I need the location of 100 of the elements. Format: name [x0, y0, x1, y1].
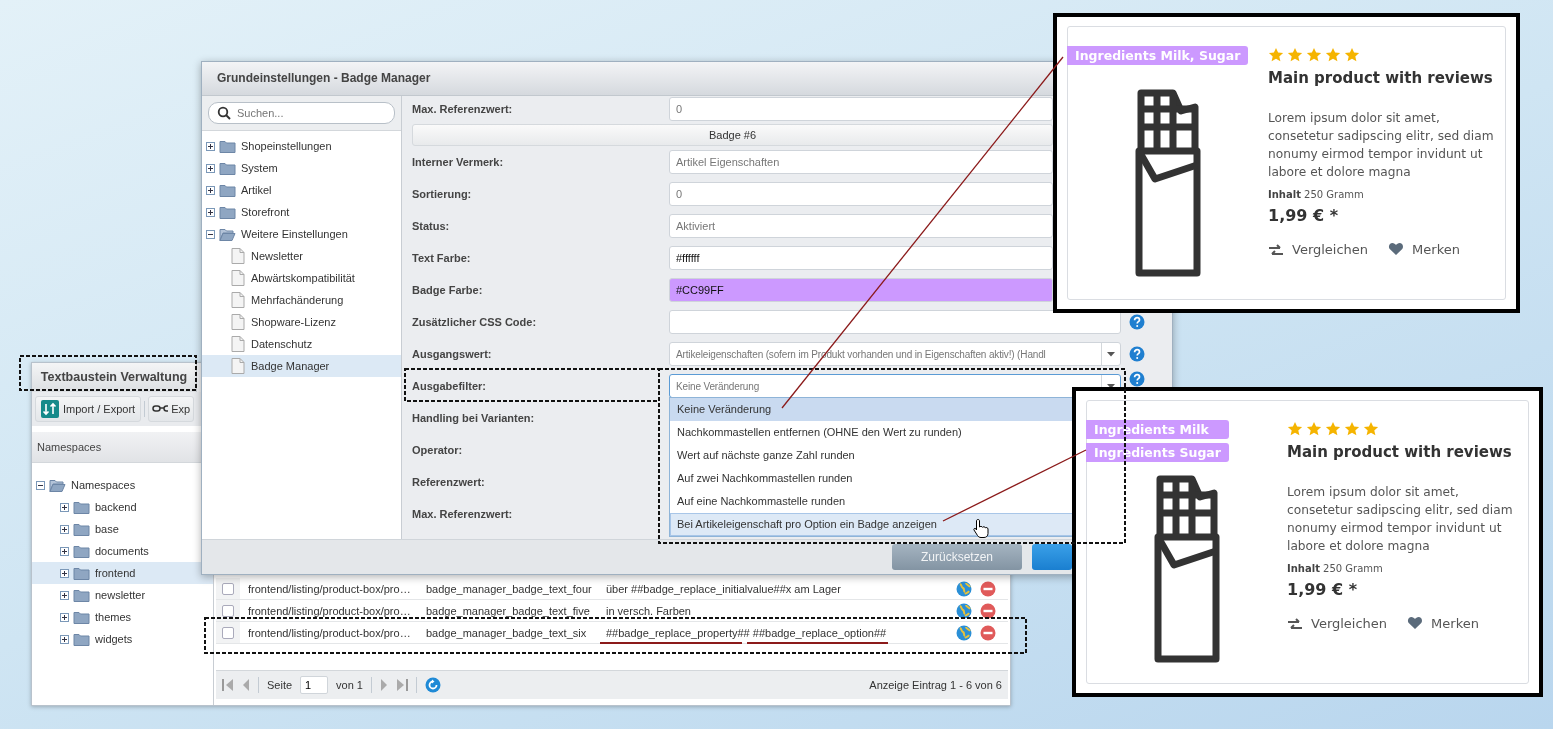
star-icon: [1344, 421, 1360, 437]
product-price: 1,99 € *: [1268, 206, 1340, 225]
window-title: Textbaustein Verwaltung: [32, 363, 197, 392]
field-label: Interner Vermerk:: [412, 156, 505, 168]
tree-item[interactable]: Storefront: [202, 201, 401, 223]
badge: Ingredients Milk: [1086, 420, 1229, 439]
expand-toggle-icon[interactable]: [206, 141, 215, 151]
heart-icon: [1388, 241, 1405, 257]
compare-link[interactable]: Vergleichen: [1268, 241, 1369, 257]
folder-icon: [73, 609, 90, 625]
expand-toggle-icon[interactable]: [60, 568, 69, 578]
expand-toggle-icon[interactable]: [60, 590, 69, 600]
star-icon: [1325, 47, 1341, 63]
page-icon: [230, 358, 246, 374]
tree-item[interactable]: System: [202, 157, 401, 179]
page-input[interactable]: 1: [300, 676, 329, 694]
field-label: Max. Referenzwert:: [412, 103, 514, 115]
search-box[interactable]: Suchen...: [208, 102, 395, 124]
table-cell-text: badge_manager_badge_text_five: [425, 604, 591, 617]
expand-toggle-icon[interactable]: [60, 634, 69, 644]
page-icon: [230, 270, 246, 286]
star-icon: [1363, 421, 1379, 437]
folder-icon: [219, 204, 236, 220]
folder-icon: [73, 565, 90, 581]
tree-item[interactable]: newsletter: [32, 584, 213, 606]
folder-icon: [73, 631, 90, 647]
star-icon: [1306, 421, 1322, 437]
help-icon[interactable]: [1129, 314, 1145, 330]
row-checkbox[interactable]: [222, 604, 234, 617]
tree-item[interactable]: Badge Manager: [202, 355, 401, 377]
tree-item[interactable]: Mehrfachänderung: [202, 289, 401, 311]
refresh-icon[interactable]: [425, 677, 441, 693]
caret-icon[interactable]: [1106, 350, 1116, 358]
toolbar-button[interactable]: Exp: [148, 396, 195, 422]
field-label: Zusätzlicher CSS Code:: [412, 316, 538, 328]
delete-icon[interactable]: [980, 602, 996, 619]
table-cell-text: in versch. Farben: [605, 604, 692, 617]
wishlist-link[interactable]: Merken: [1407, 615, 1479, 631]
expand-toggle-icon[interactable]: [60, 612, 69, 622]
field-label: Ausgabefilter:: [412, 380, 487, 392]
text-field[interactable]: 0: [669, 97, 1053, 121]
text-field[interactable]: 0: [669, 182, 1053, 206]
folder-icon: [73, 499, 90, 515]
expand-toggle-icon[interactable]: [206, 207, 215, 217]
tree-item[interactable]: themes: [32, 606, 213, 628]
tree-item[interactable]: frontend: [32, 562, 213, 584]
expand-toggle-icon[interactable]: [60, 546, 69, 556]
row-checkbox[interactable]: [222, 582, 234, 595]
heart-icon: [1407, 615, 1424, 631]
collapse-toggle-icon[interactable]: [206, 229, 215, 239]
page-icon: [230, 336, 246, 352]
tree-item[interactable]: Datenschutz: [202, 333, 401, 355]
dropdown-field[interactable]: Keine Veränderung: [669, 374, 1121, 398]
toolbar-button[interactable]: Import / Export: [35, 396, 142, 422]
product-title[interactable]: Main product with reviews: [1268, 69, 1505, 87]
expand-toggle-icon[interactable]: [60, 502, 69, 512]
caret-icon[interactable]: [1106, 382, 1116, 390]
table-cell-text: über ##badge_replace_initialvalue##x am Lager: [605, 582, 842, 595]
table-cell-text: frontend/listing/product-box/pro…: [247, 604, 412, 617]
wishlist-link[interactable]: Merken: [1388, 241, 1460, 257]
tree-item[interactable]: base: [32, 518, 213, 540]
tree-item[interactable]: Abwärtskompatibilität: [202, 267, 401, 289]
star-icon: [1287, 421, 1303, 437]
text-field[interactable]: [669, 310, 1121, 334]
compare-link[interactable]: Vergleichen: [1287, 615, 1388, 631]
tree-item[interactable]: Artikel: [202, 179, 401, 201]
field-label: Badge Farbe:: [412, 284, 484, 296]
section-header[interactable]: Badge #6: [412, 124, 1053, 146]
row-checkbox[interactable]: [222, 626, 234, 639]
collapse-toggle-icon[interactable]: [36, 480, 45, 490]
color-field[interactable]: #ffffff: [669, 246, 1053, 270]
table-cell-text: frontend/listing/product-box/pro…: [247, 582, 412, 595]
expand-toggle-icon[interactable]: [60, 524, 69, 534]
glasses-icon: [152, 404, 169, 414]
search-icon: [217, 106, 231, 120]
tree-item[interactable]: Shopware-Lizenz: [202, 311, 401, 333]
help-icon[interactable]: [1129, 346, 1145, 362]
text-field[interactable]: Artikel Eigenschaften: [669, 150, 1053, 174]
product-description: Lorem ipsum dolor sit amet, consetetur sadipscing elitr, sed diam nonumy eirmod tempor invidunt ut labore et dolore magna: [1287, 484, 1514, 555]
help-icon[interactable]: [1129, 371, 1145, 387]
field-label: Referenzwert:: [412, 476, 486, 488]
folder-icon: [73, 543, 90, 559]
tree-item[interactable]: widgets: [32, 628, 213, 650]
tree-item[interactable]: Shopeinstellungen: [202, 135, 401, 157]
expand-toggle-icon[interactable]: [206, 163, 215, 173]
color-field[interactable]: #CC99FF: [669, 278, 1053, 302]
arrows-icon: [41, 400, 59, 418]
page-count: von 1: [336, 679, 363, 691]
product-content: Inhalt 250 Gramm: [1287, 563, 1384, 574]
globe-icon[interactable]: [956, 602, 972, 619]
tree-item[interactable]: Namespaces: [32, 474, 213, 496]
field-label: Ausgangswert:: [412, 348, 493, 360]
star-icon: [1344, 47, 1360, 63]
expand-toggle-icon[interactable]: [206, 185, 215, 195]
tree-item[interactable]: documents: [32, 540, 213, 562]
product-title[interactable]: Main product with reviews: [1287, 443, 1528, 461]
tree-item[interactable]: Weitere Einstellungen: [202, 223, 401, 245]
tree-item[interactable]: Newsletter: [202, 245, 401, 267]
text-field[interactable]: Aktiviert: [669, 214, 1053, 238]
tree-item[interactable]: backend: [32, 496, 213, 518]
